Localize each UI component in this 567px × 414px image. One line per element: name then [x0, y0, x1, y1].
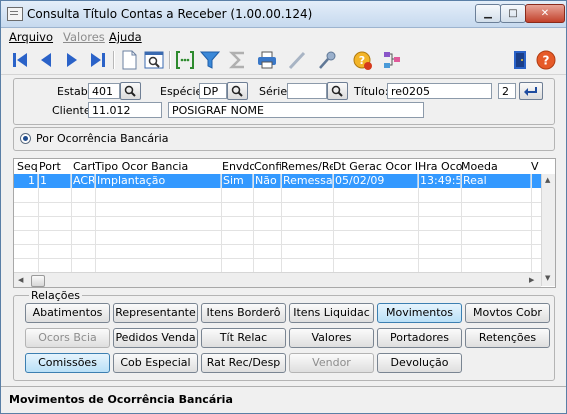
app-icon: [7, 7, 23, 21]
column-header[interactable]: Seq: [17, 159, 39, 174]
menu-valores[interactable]: Valores: [63, 30, 105, 44]
menu-ajuda[interactable]: Ajuda: [109, 30, 142, 44]
relacao-button-portadores[interactable]: Portadores: [377, 328, 462, 348]
relacao-button-ocors-bcia[interactable]: Ocors Bcia: [25, 328, 110, 348]
relacoes-legend: Relações: [29, 289, 82, 302]
column-header[interactable]: Moeda: [461, 159, 531, 174]
cliente-code-field[interactable]: 11.012: [88, 102, 162, 118]
status-text: Movimentos de Ocorrência Bancária: [9, 393, 233, 406]
status-bar: Movimentos de Ocorrência Bancária: [1, 386, 566, 413]
network-icon[interactable]: [381, 49, 403, 71]
help-icon[interactable]: ?: [535, 49, 557, 71]
column-header[interactable]: Hra Ocor: [418, 159, 462, 174]
relacao-button-itens-liquidac[interactable]: Itens Liquidac: [289, 303, 374, 323]
serie-field[interactable]: [287, 83, 327, 99]
especie-zoom-button[interactable]: [227, 82, 248, 100]
parcela-field[interactable]: 2: [498, 83, 516, 99]
relacao-button-rat-rec-desp[interactable]: Rat Rec/Desp: [201, 353, 286, 373]
column-header[interactable]: Port: [39, 159, 71, 174]
column-header[interactable]: Remes/Ret: [281, 159, 333, 174]
sum-icon[interactable]: [227, 49, 249, 71]
vertical-scrollbar[interactable]: ▲ ▼: [541, 174, 555, 286]
scroll-left-icon[interactable]: ◀: [18, 276, 23, 284]
toolbar: ? ?: [1, 46, 566, 75]
filter-icon[interactable]: [199, 49, 221, 71]
scroll-thumb[interactable]: [31, 275, 45, 287]
query-icon[interactable]: ?: [351, 49, 373, 71]
relacao-button-reten-es[interactable]: Retenções: [465, 328, 550, 348]
column-header[interactable]: Cart: [73, 159, 95, 174]
close-button[interactable]: ✕: [525, 4, 565, 23]
horizontal-scrollbar[interactable]: ◀ ▶: [14, 272, 541, 287]
go-button[interactable]: [519, 82, 543, 100]
ocorrencia-radio-label[interactable]: Por Ocorrência Bancária: [36, 132, 168, 145]
magnifier-icon: [231, 85, 243, 97]
serie-zoom-button[interactable]: [327, 82, 348, 100]
cliente-name-field: POSIGRAF NOME: [168, 102, 424, 118]
prev-icon[interactable]: [35, 49, 57, 71]
minimize-button[interactable]: ▁: [475, 4, 501, 23]
scroll-up-icon[interactable]: ▲: [545, 176, 550, 184]
menu-bar: Arquivo Valores Ajuda: [1, 28, 566, 46]
last-icon[interactable]: [87, 49, 109, 71]
edit-icon[interactable]: [286, 49, 308, 71]
enter-arrow-icon: [524, 87, 537, 96]
maximize-button[interactable]: □: [500, 4, 526, 23]
print-icon[interactable]: [256, 49, 278, 71]
relacao-button-itens-border[interactable]: Itens Borderô: [201, 303, 286, 323]
first-icon[interactable]: [9, 49, 31, 71]
magnifier-icon: [124, 85, 136, 97]
goto-icon[interactable]: [174, 49, 196, 71]
search-key-icon[interactable]: [317, 49, 339, 71]
relacao-button-vendor[interactable]: Vendor: [289, 353, 374, 373]
document-icon[interactable]: [118, 49, 140, 71]
estab-label: Estab:: [57, 85, 92, 98]
column-header[interactable]: Tipo Ocor Bancia: [95, 159, 221, 174]
menu-arquivo[interactable]: Arquivo: [9, 30, 53, 44]
relacao-button-comiss-es[interactable]: Comissões: [25, 353, 110, 373]
svg-text:?: ?: [543, 54, 550, 68]
especie-field[interactable]: DP: [199, 83, 227, 99]
scroll-right-icon[interactable]: ▶: [529, 276, 534, 284]
main-window: Consulta Título Contas a Receber (1.00.0…: [0, 0, 567, 414]
next-icon[interactable]: [61, 49, 83, 71]
relacao-button-movimentos[interactable]: Movimentos: [377, 303, 462, 323]
relacao-button-pedidos-venda[interactable]: Pedidos Venda: [113, 328, 198, 348]
relacao-button-abatimentos[interactable]: Abatimentos: [25, 303, 110, 323]
relacao-button-t-t-relac[interactable]: Tít Relac: [201, 328, 286, 348]
estab-field[interactable]: 401: [88, 83, 120, 99]
column-header[interactable]: Envdo: [222, 159, 254, 174]
window-title: Consulta Título Contas a Receber (1.00.0…: [27, 7, 313, 21]
relacao-button-cob-especial[interactable]: Cob Especial: [113, 353, 198, 373]
zoom-window-icon[interactable]: [143, 49, 165, 71]
titulo-field[interactable]: re0205: [387, 83, 492, 99]
title-bar[interactable]: Consulta Título Contas a Receber (1.00.0…: [1, 1, 566, 28]
column-header[interactable]: Confir: [254, 159, 281, 174]
relacao-button-valores[interactable]: Valores: [289, 328, 374, 348]
option-panel: Por Ocorrência Bancária: [13, 127, 555, 151]
header-panel: Estab: 401 Espécie: DP Série: Título: re…: [13, 78, 555, 125]
relacao-button-representante[interactable]: Representante: [113, 303, 198, 323]
titulo-label: Título:: [354, 85, 389, 98]
column-header[interactable]: V: [531, 159, 541, 174]
magnifier-icon: [331, 85, 343, 97]
results-grid[interactable]: Seq Port Cart Tipo Ocor Bancia Envdo Con…: [13, 158, 556, 288]
column-header[interactable]: Dt Gerac Ocor Bcia: [333, 159, 417, 174]
relacao-button-devolu-o[interactable]: Devolução: [377, 353, 462, 373]
estab-zoom-button[interactable]: [120, 82, 141, 100]
scroll-down-icon[interactable]: ▼: [545, 274, 550, 282]
ocorrencia-radio[interactable]: [20, 133, 31, 144]
exit-icon[interactable]: [509, 49, 531, 71]
relacao-button-movtos-cobr[interactable]: Movtos Cobr: [465, 303, 550, 323]
